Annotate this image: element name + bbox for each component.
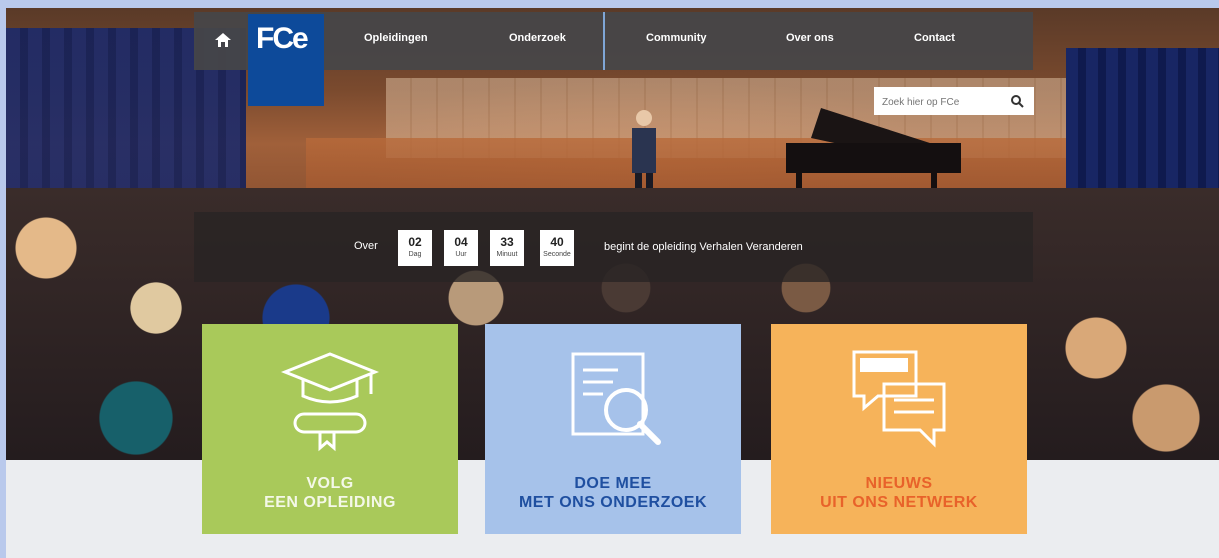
- countdown-hours-unit: Uur: [455, 251, 467, 258]
- tile-label: NIEUWS UIT ONS NETWERK: [771, 474, 1027, 512]
- nav-item-contact[interactable]: Contact: [914, 32, 955, 44]
- fce-logo[interactable]: FCe: [248, 14, 324, 106]
- countdown-seconds: 40 Seconde: [540, 230, 574, 266]
- tile-label: VOLG EEN OPLEIDING: [202, 474, 458, 512]
- tile-label-line2: UIT ONS NETWERK: [820, 494, 978, 511]
- tile-label: DOE MEE MET ONS ONDERZOEK: [485, 474, 741, 512]
- tile-label-line1: NIEUWS: [865, 475, 933, 492]
- main-navigation: FCe Opleidingen Onderzoek Community Over…: [194, 12, 1033, 106]
- graduation-icon: [280, 352, 380, 452]
- nav-item-opleidingen[interactable]: Opleidingen: [364, 32, 428, 44]
- countdown-seconds-unit: Seconde: [543, 251, 571, 258]
- countdown-minutes-unit: Minuut: [496, 251, 518, 258]
- research-icon: [571, 352, 661, 445]
- tile-label-line2: MET ONS ONDERZOEK: [518, 494, 708, 511]
- countdown-minutes-value: 33: [500, 235, 514, 249]
- countdown-banner: Over 02 Dag 04 Uur 33 Minuut 40 Seconde …: [194, 212, 1033, 282]
- tile-nieuws-netwerk[interactable]: NIEUWS UIT ONS NETWERK: [771, 324, 1027, 534]
- search-input[interactable]: [880, 91, 1006, 113]
- countdown-seconds-value: 40: [550, 235, 564, 249]
- tile-label-line1: DOE MEE: [574, 475, 652, 492]
- nav-divider: [603, 12, 605, 70]
- page-frame: FCe Opleidingen Onderzoek Community Over…: [6, 8, 1219, 558]
- countdown-days: 02 Dag: [398, 230, 432, 266]
- tile-volg-een-opleiding[interactable]: VOLG EEN OPLEIDING: [202, 324, 458, 534]
- countdown-hours-value: 04: [454, 235, 468, 249]
- countdown-prefix: Over: [354, 240, 378, 252]
- nav-item-onderzoek[interactable]: Onderzoek: [509, 32, 566, 44]
- search-box: [874, 87, 1034, 115]
- search-icon[interactable]: [1010, 94, 1024, 108]
- tile-label-line1: VOLG: [306, 475, 354, 492]
- countdown-minutes: 33 Minuut: [490, 230, 524, 266]
- countdown-text[interactable]: begint de opleiding Verhalen Veranderen: [604, 241, 803, 253]
- nav-item-over-ons[interactable]: Over ons: [786, 32, 834, 44]
- nav-item-community[interactable]: Community: [646, 32, 707, 44]
- tile-doe-mee-onderzoek[interactable]: DOE MEE MET ONS ONDERZOEK: [485, 324, 741, 534]
- countdown-hours: 04 Uur: [444, 230, 478, 266]
- tile-label-line2: EEN OPLEIDING: [264, 494, 396, 511]
- logo-text: FCe: [256, 22, 309, 55]
- home-icon[interactable]: [214, 32, 232, 48]
- countdown-days-unit: Dag: [408, 251, 422, 258]
- countdown-days-value: 02: [408, 235, 422, 249]
- news-icon: [852, 350, 946, 448]
